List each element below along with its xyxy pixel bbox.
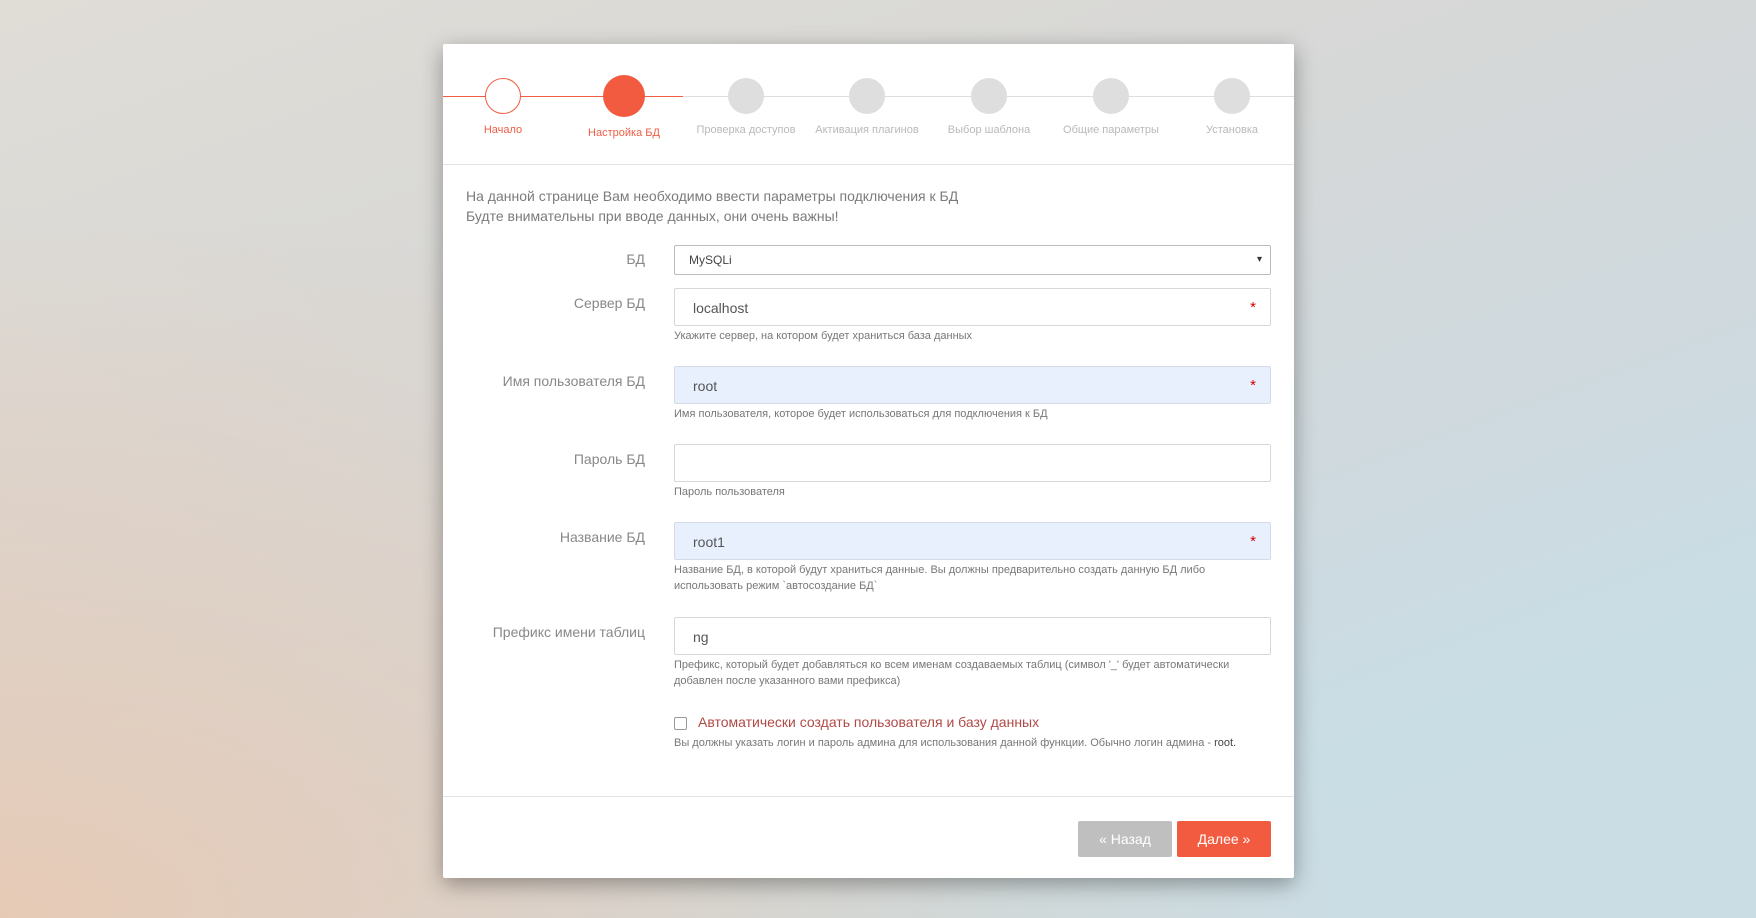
prefix-help-line-1: Префикс, который будет добавляться ко вс… <box>674 659 1230 671</box>
installer-card: Начало Настройка БД Проверка доступов Ак… <box>443 44 1294 878</box>
step-label: Активация плагинов <box>815 124 919 136</box>
user-label: Имя пользователя БД <box>502 373 645 389</box>
server-input[interactable]: localhost * <box>674 288 1271 326</box>
server-value: localhost <box>693 300 749 316</box>
step-label: Установка <box>1206 124 1258 136</box>
prefix-label: Префикс имени таблиц <box>492 624 645 640</box>
chevron-down-icon: ▾ <box>1256 254 1262 265</box>
db-name-help-line-2: использовать режим `автосоздание БД` <box>674 580 878 592</box>
step-template: Выбор шаблона <box>928 78 1050 136</box>
step-pending-circle <box>849 78 885 114</box>
autocreate-label[interactable]: Автоматически создать пользователя и баз… <box>698 714 1039 730</box>
intro-text: На данной странице Вам необходимо ввести… <box>466 186 958 226</box>
step-install: Установка <box>1171 78 1293 136</box>
step-plugins: Активация плагинов <box>806 78 928 136</box>
step-label: Выбор шаблона <box>947 124 1031 136</box>
step-db-setup[interactable]: Настройка БД <box>563 75 685 139</box>
prefix-input[interactable]: ng <box>674 617 1271 655</box>
db-name-value: root1 <box>693 534 725 550</box>
autocreate-help-text: Вы должны указать логин и пароль админа … <box>674 737 1215 749</box>
step-label: Общие параметры <box>1063 124 1159 136</box>
required-marker: * <box>1250 299 1256 316</box>
autocreate-checkbox[interactable] <box>674 717 687 730</box>
db-type-select[interactable]: MySQLi ▾ <box>674 245 1271 275</box>
step-access-check: Проверка доступов <box>685 78 807 136</box>
step-pending-circle <box>1093 78 1129 114</box>
prefix-help: Префикс, который будет добавляться ко вс… <box>674 657 1274 689</box>
step-label: Начало <box>483 124 523 136</box>
required-marker: * <box>1250 533 1256 550</box>
intro-line-2: Будте внимательны при вводе данных, они … <box>466 208 839 224</box>
password-input[interactable] <box>674 444 1271 482</box>
step-pending-circle <box>1214 78 1250 114</box>
step-label: Проверка доступов <box>696 124 796 136</box>
step-current-circle <box>603 75 645 117</box>
intro-line-1: На данной странице Вам необходимо ввести… <box>466 188 959 204</box>
db-type-value: MySQLi <box>689 253 732 267</box>
user-value: root <box>693 378 718 394</box>
step-pending-circle <box>971 78 1007 114</box>
step-general: Общие параметры <box>1050 78 1172 136</box>
password-help: Пароль пользователя <box>674 486 785 498</box>
db-name-help-line-1: Название БД, в которой будут храниться д… <box>674 564 1206 576</box>
autocreate-help: Вы должны указать логин и пароль админа … <box>674 735 1274 751</box>
required-marker: * <box>1250 377 1256 394</box>
admin-login: root. <box>1214 737 1237 749</box>
db-name-help: Название БД, в которой будут храниться д… <box>674 562 1274 594</box>
header-divider <box>443 164 1294 165</box>
prefix-help-line-2: добавлен после указанного вами префикса) <box>674 675 901 687</box>
server-label: Сервер БД <box>573 295 645 311</box>
step-start[interactable]: Начало <box>442 78 564 136</box>
wizard-stepper: Начало Настройка БД Проверка доступов Ак… <box>443 44 1294 164</box>
back-button[interactable]: « Назад <box>1078 821 1172 857</box>
footer-divider <box>443 796 1294 797</box>
step-done-circle <box>485 78 521 114</box>
next-button[interactable]: Далее » <box>1177 821 1271 857</box>
db-type-label: БД <box>626 251 645 267</box>
db-name-input[interactable]: root1 * <box>674 522 1271 560</box>
user-input[interactable]: root * <box>674 366 1271 404</box>
user-help: Имя пользователя, которое будет использо… <box>674 408 1048 420</box>
prefix-value: ng <box>693 629 709 645</box>
step-pending-circle <box>728 78 764 114</box>
step-label: Настройка БД <box>588 127 660 139</box>
db-name-label: Название БД <box>559 529 645 545</box>
password-label: Пароль БД <box>573 451 645 467</box>
server-help: Укажите сервер, на котором будет хранить… <box>674 330 973 342</box>
